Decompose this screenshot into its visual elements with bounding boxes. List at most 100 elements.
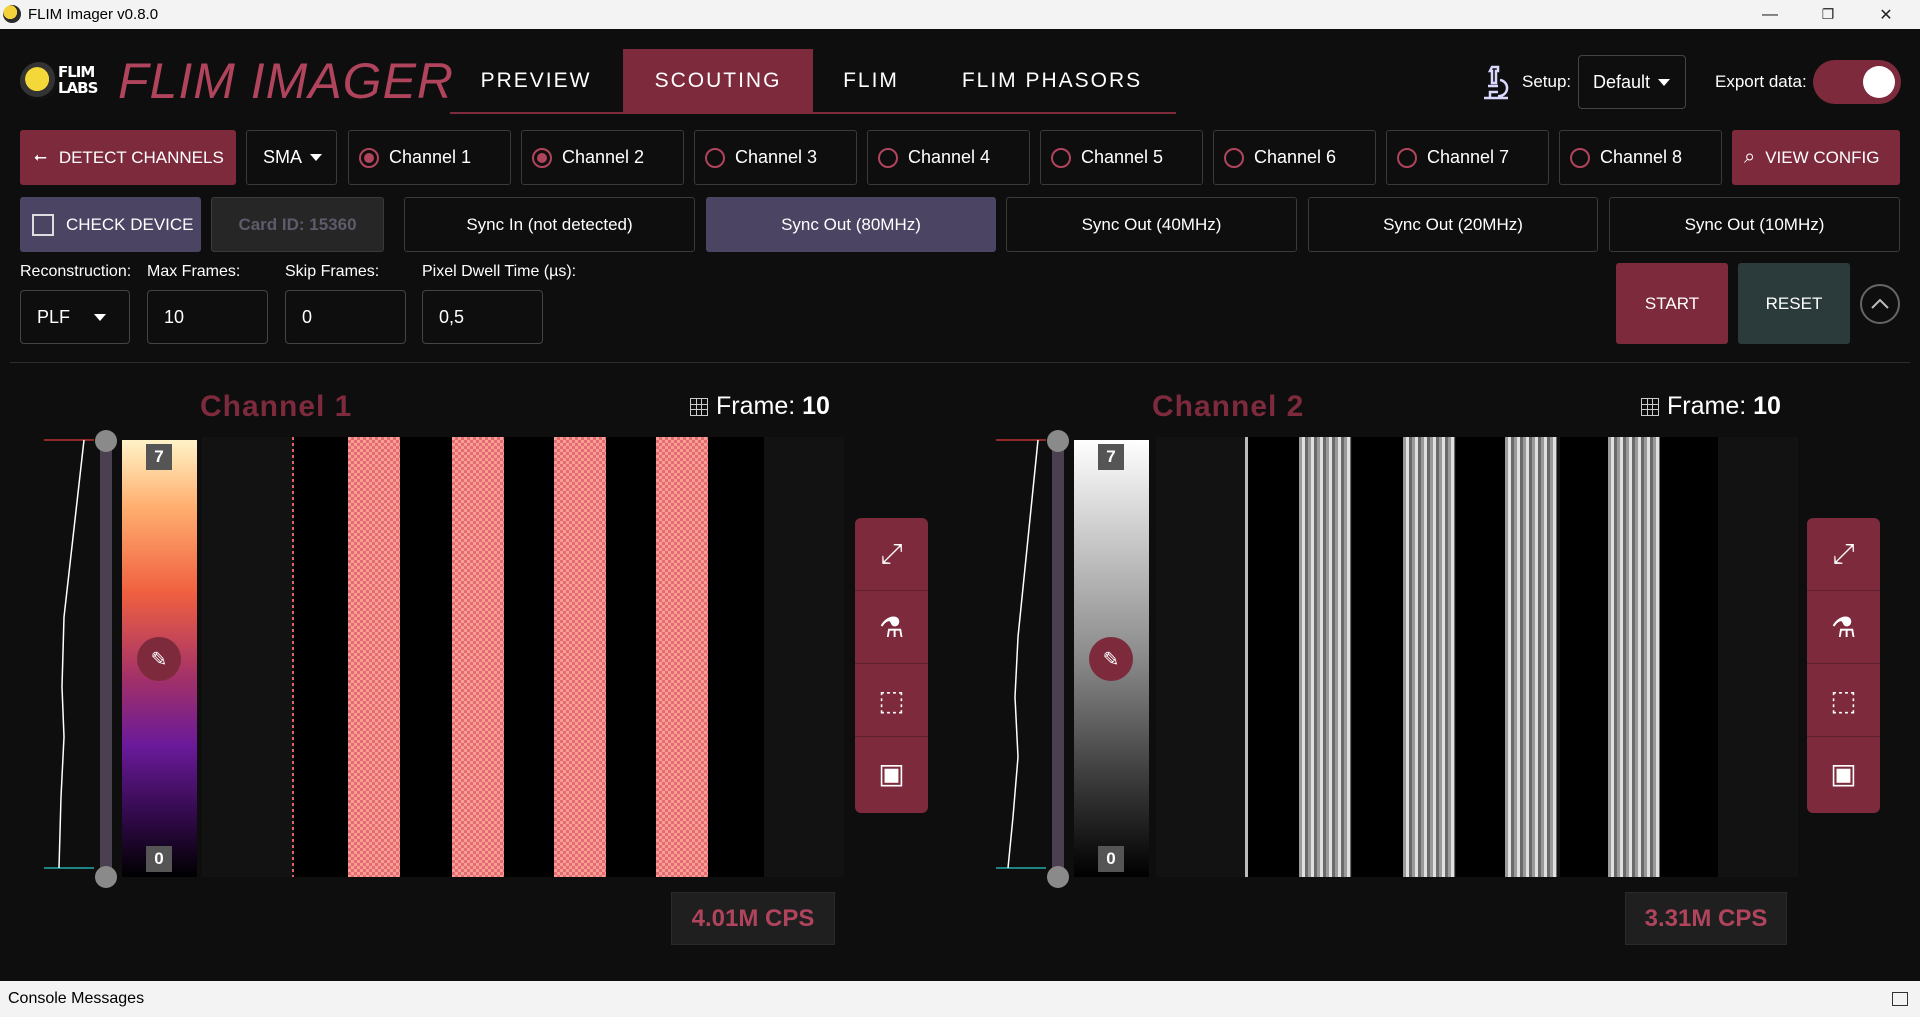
reconstruction-select[interactable]: PLF	[20, 290, 130, 344]
tab-scouting[interactable]: SCOUTING	[623, 49, 813, 113]
roi-add-icon[interactable]: ⬚	[855, 664, 928, 737]
title-bar: FLIM Imager v0.8.0 — ❐ ✕	[0, 0, 1920, 29]
console-icon[interactable]	[1892, 992, 1908, 1006]
console-bar[interactable]: Console Messages	[0, 981, 1920, 1017]
view-config-button[interactable]: ⌕ VIEW CONFIG	[1732, 130, 1900, 185]
detect-channels-button[interactable]: ⭠ DETECT CHANNELS	[20, 130, 236, 185]
tab-flim-phasors[interactable]: FLIM PHASORS	[929, 49, 1175, 113]
channel-7-checkbox[interactable]: Channel 7	[1386, 130, 1549, 185]
channel-3-checkbox[interactable]: Channel 3	[694, 130, 857, 185]
sync-out-40-option[interactable]: Sync Out (40MHz)	[1006, 197, 1297, 252]
tab-preview[interactable]: PREVIEW	[450, 49, 622, 113]
panel-2-title: Channel 2	[1152, 390, 1305, 423]
connection-select[interactable]: SMA	[246, 130, 337, 185]
reconstruction-label: Reconstruction:	[20, 263, 132, 280]
export-toggle[interactable]	[1813, 60, 1901, 104]
chevron-down-icon	[1658, 78, 1671, 86]
skip-frames-label: Skip Frames:	[285, 263, 380, 280]
panel-2-max-handle[interactable]	[1047, 430, 1069, 452]
logo-text: FLIM LABS	[58, 63, 98, 97]
panel-1-toolbar: ⤢ ⚗ ⬚ ▣	[855, 518, 928, 813]
grid-icon	[690, 397, 708, 416]
radio-icon	[1224, 147, 1244, 168]
sync-out-10-option[interactable]: Sync Out (10MHz)	[1609, 197, 1900, 252]
skip-frames-input[interactable]: 0	[285, 290, 406, 344]
panel-1-title: Channel 1	[200, 390, 353, 423]
image-export-icon[interactable]: ▣	[1807, 737, 1880, 810]
console-label: Console Messages	[8, 990, 145, 1007]
setup-value: Default	[1593, 71, 1651, 92]
chip-icon	[32, 213, 54, 236]
channel-8-checkbox[interactable]: Channel 8	[1559, 130, 1722, 185]
roi-add-icon[interactable]: ⬚	[1807, 664, 1880, 737]
panel-1-min-handle[interactable]	[95, 866, 117, 888]
panel-1-range-track[interactable]	[100, 440, 112, 880]
image-export-icon[interactable]: ▣	[855, 737, 928, 810]
microscope-icon[interactable]: ⚗	[855, 591, 928, 664]
app-icon	[3, 5, 21, 23]
reconstruction-value: PLF	[37, 306, 71, 327]
sync-out-20-option[interactable]: Sync Out (20MHz)	[1308, 197, 1598, 252]
radio-icon	[878, 147, 898, 168]
microscope-icon[interactable]: ⚗	[1807, 591, 1880, 664]
radio-icon	[1397, 147, 1417, 168]
panel-1-max-label: 7	[146, 444, 172, 470]
sync-in-option[interactable]: Sync In (not detected)	[404, 197, 695, 252]
setup-select[interactable]: Default	[1578, 55, 1686, 109]
toggle-knob	[1863, 66, 1895, 98]
channel-4-checkbox[interactable]: Channel 4	[867, 130, 1030, 185]
usb-icon: ⭠	[34, 148, 47, 166]
panel-1-min-label: 0	[146, 846, 172, 872]
panel-2-max-label: 7	[1098, 444, 1124, 470]
setup-label: Setup:	[1522, 72, 1572, 91]
check-device-label: CHECK DEVICE	[66, 214, 194, 234]
panel-1-frame: Frame: 10	[690, 392, 830, 421]
reset-button[interactable]: RESET	[1738, 263, 1850, 344]
radio-icon	[705, 147, 725, 168]
dwell-time-input[interactable]: 0,5	[422, 290, 543, 344]
panel-2-image[interactable]	[1156, 437, 1798, 877]
expand-icon[interactable]: ⤢	[855, 518, 928, 591]
logo-icon	[20, 62, 58, 100]
channel-1-checkbox[interactable]: Channel 1	[348, 130, 511, 185]
max-frames-label: Max Frames:	[147, 263, 241, 280]
color-picker-icon[interactable]: ✎	[1089, 637, 1133, 681]
section-divider	[10, 362, 1910, 363]
view-config-label: VIEW CONFIG	[1765, 147, 1880, 167]
panel-1-cps: 4.01M CPS	[671, 892, 835, 945]
channel-6-checkbox[interactable]: Channel 6	[1213, 130, 1376, 185]
panel-2-frame: Frame: 10	[1641, 392, 1781, 421]
max-frames-input[interactable]: 10	[147, 290, 268, 344]
microscope-icon	[1478, 64, 1512, 102]
radio-icon	[359, 147, 379, 168]
export-label: Export data:	[1715, 72, 1807, 91]
panel-2-toolbar: ⤢ ⚗ ⬚ ▣	[1807, 518, 1880, 813]
close-button[interactable]: ✕	[1858, 0, 1914, 29]
channel-5-checkbox[interactable]: Channel 5	[1040, 130, 1203, 185]
channel-2-checkbox[interactable]: Channel 2	[521, 130, 684, 185]
check-device-button[interactable]: CHECK DEVICE	[20, 197, 201, 252]
panel-1-max-handle[interactable]	[95, 430, 117, 452]
connection-value: SMA	[263, 147, 303, 167]
radio-icon	[1051, 147, 1071, 168]
radio-icon	[1570, 147, 1590, 168]
radio-icon	[532, 147, 552, 168]
start-button[interactable]: START	[1616, 263, 1728, 344]
collapse-icon[interactable]	[1860, 284, 1900, 324]
tab-flim[interactable]: FLIM	[814, 49, 928, 113]
panel-1-image[interactable]	[202, 437, 844, 877]
chevron-down-icon	[310, 154, 323, 161]
dwell-time-label: Pixel Dwell Time (µs):	[422, 263, 577, 280]
chevron-down-icon	[94, 313, 107, 321]
panel-2-range-track[interactable]	[1052, 440, 1064, 880]
panel-2-min-label: 0	[1098, 846, 1124, 872]
color-picker-icon[interactable]: ✎	[137, 637, 181, 681]
window-title: FLIM Imager v0.8.0	[28, 6, 159, 23]
minimize-button[interactable]: —	[1742, 0, 1798, 29]
panel-2-cps: 3.31M CPS	[1625, 892, 1787, 945]
card-id-field: Card ID: 15360	[211, 197, 384, 252]
restore-button[interactable]: ❐	[1800, 0, 1856, 29]
expand-icon[interactable]: ⤢	[1807, 518, 1880, 591]
panel-2-min-handle[interactable]	[1047, 866, 1069, 888]
sync-out-80-option[interactable]: Sync Out (80MHz)	[706, 197, 996, 252]
